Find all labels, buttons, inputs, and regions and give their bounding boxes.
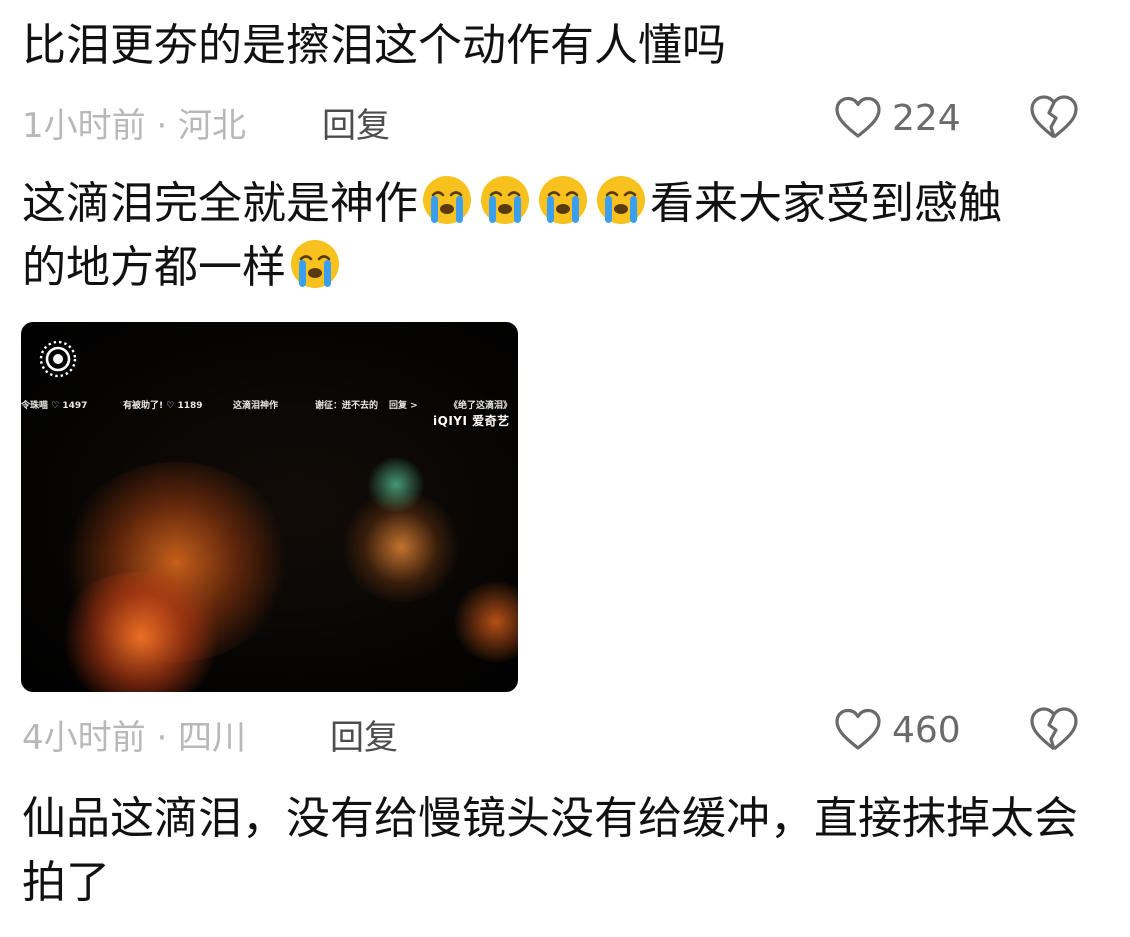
comment-2-reply-button[interactable]: 回复 (330, 710, 398, 759)
comment-2-text-part-2: 看来大家受到感触 (650, 178, 1002, 229)
danmaku-item: 谢征：迸不去的 (315, 401, 379, 411)
comment-2-video-thumbnail[interactable]: 令珠喵 ♡ 1497 有被助了! ♡ 1189 这滴泪神作 谢征：迸不去的 回复… (21, 322, 518, 692)
loudly-crying-face-icon (539, 176, 587, 224)
loudly-crying-face-icon (481, 176, 529, 224)
comment-2-text-part-3: 的地方都一样 (22, 242, 286, 293)
broken-heart-icon[interactable] (1028, 706, 1080, 754)
comment-2-time-location: 4小时前 · 四川 (22, 718, 247, 758)
comment-2-text: 这滴泪完全就是神作 看来大家受到感触 的地方都一样 (22, 172, 1092, 300)
comment-2-like-button[interactable]: 460 (834, 706, 961, 754)
heart-outline-icon (835, 708, 881, 750)
loudly-crying-face-icon (597, 176, 645, 224)
comment-1-like-button[interactable]: 224 (834, 94, 961, 142)
comment-1-meta: 1小时前 · 河北 回复 224 (22, 94, 1108, 147)
scene-glow-hand (51, 572, 231, 692)
loudly-crying-face-icon (423, 176, 471, 224)
comment-1-like-count: 224 (892, 97, 961, 139)
live-photo-icon (39, 340, 77, 378)
broken-heart-icon[interactable] (1028, 94, 1080, 142)
danmaku-item: 《绝了这滴泪》 (449, 401, 513, 411)
scene-glow-green (366, 457, 426, 512)
loudly-crying-face-icon (291, 240, 339, 288)
comment-2-like-count: 460 (892, 709, 961, 751)
danmaku-item: 有被助了! ♡ 1189 (123, 401, 203, 411)
danmaku-item: 回复 > (389, 401, 418, 411)
comment-1-text: 比泪更夯的是擦泪这个动作有人懂吗 (22, 20, 726, 71)
comment-1-time-location: 1小时前 · 河北 (22, 106, 247, 146)
iqiyi-logo: iQIYI 爱奇艺 (433, 414, 510, 428)
comment-1-reply-button[interactable]: 回复 (322, 98, 390, 147)
comment-2-meta: 4小时前 · 四川 回复 460 (22, 706, 1108, 759)
danmaku-item: 令珠喵 ♡ 1497 (21, 401, 88, 411)
danmaku-item: 这滴泪神作 (233, 401, 279, 411)
comment-3-text: 仙品这滴泪，没有给慢镜头没有给缓冲，直接抹掉太会拍了 (22, 793, 1078, 908)
scene-glow-right (451, 582, 518, 662)
comment-2-text-part-1: 这滴泪完全就是神作 (22, 178, 418, 229)
heart-outline-icon (835, 96, 881, 138)
